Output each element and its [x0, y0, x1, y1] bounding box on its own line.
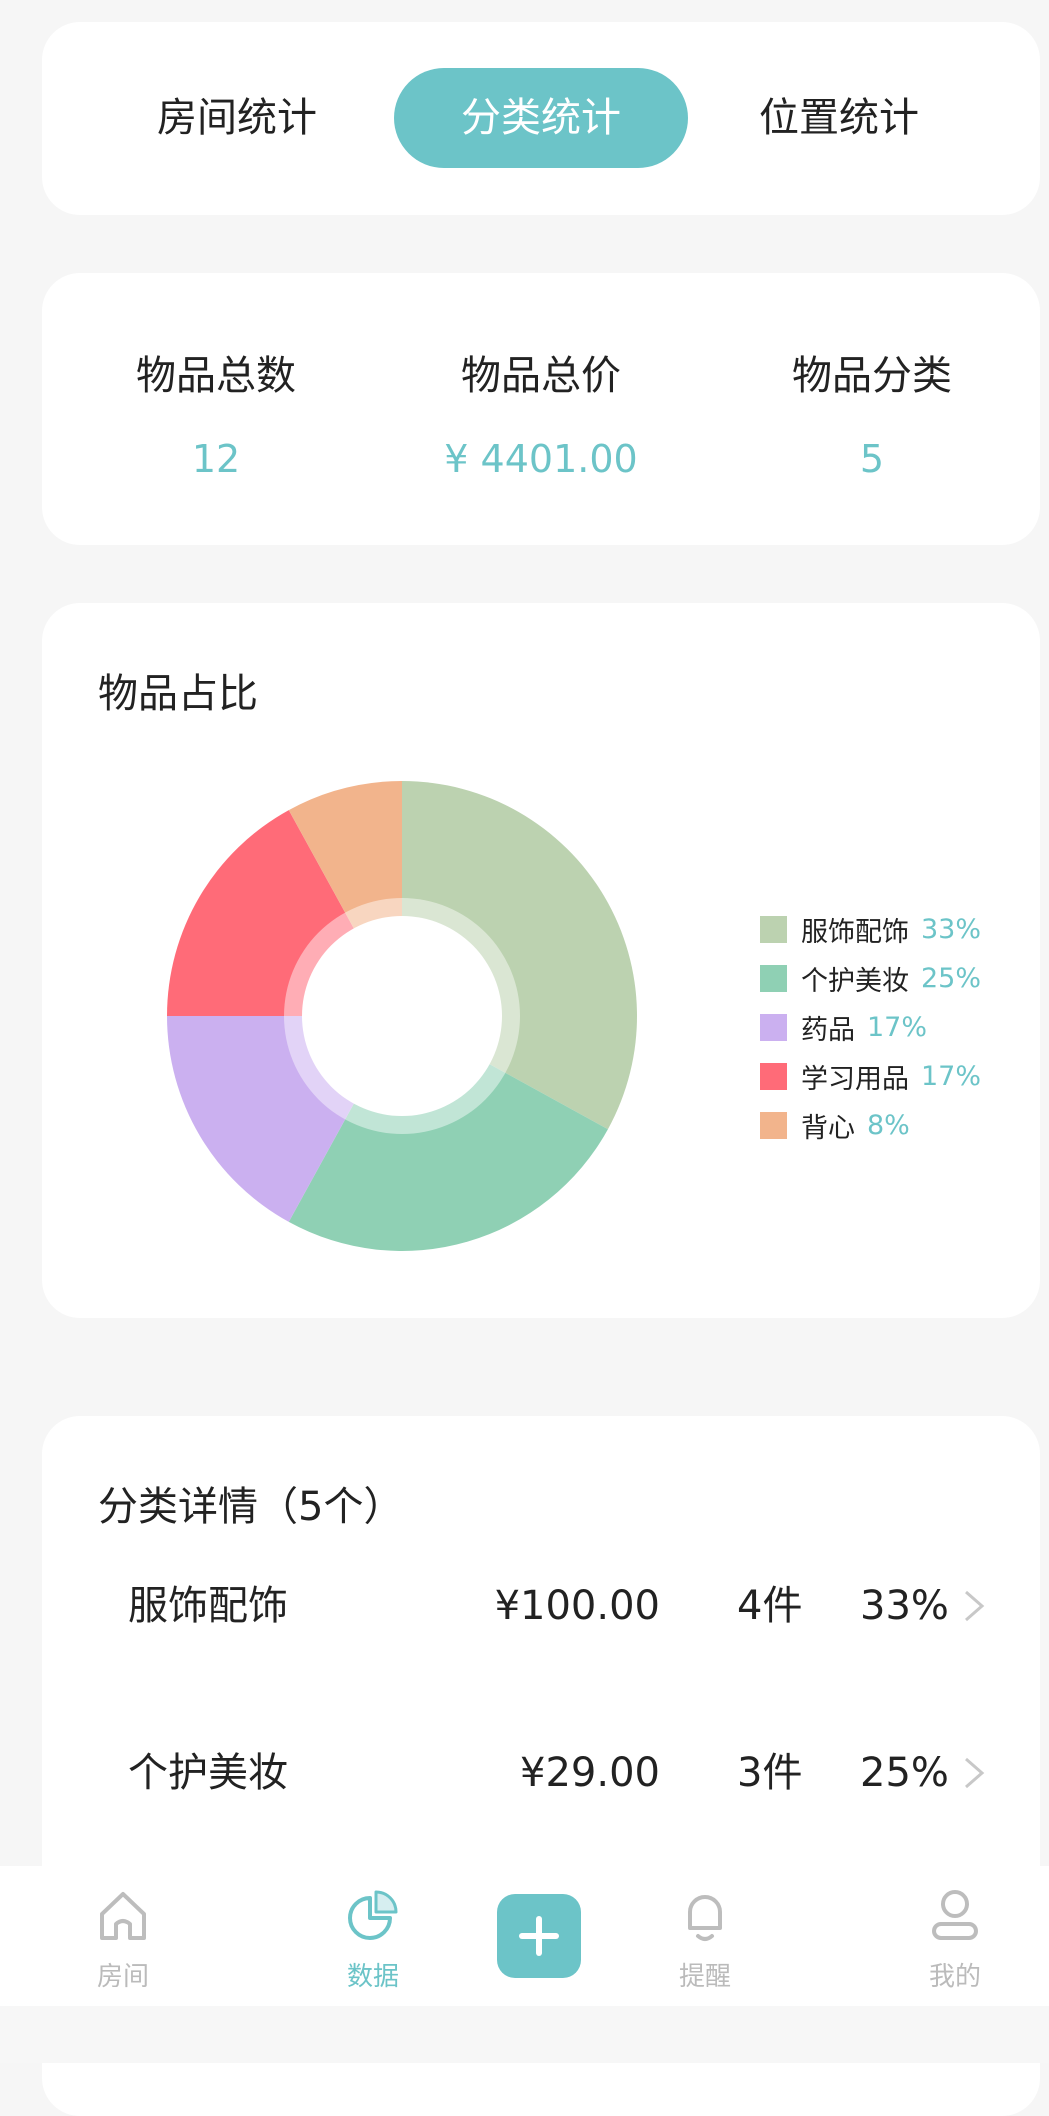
stat-label: 物品总数	[136, 353, 296, 399]
legend-label: 背心	[801, 1113, 855, 1144]
stat-label: 物品总价	[461, 353, 621, 399]
legend-swatch	[760, 1014, 787, 1041]
detail-title: 分类详情（5个）	[98, 1484, 404, 1530]
donut-chart	[167, 781, 637, 1251]
legend-percent: 17%	[921, 1061, 982, 1092]
add-item-button[interactable]	[497, 1894, 581, 1978]
legend-item: 背心 8%	[760, 1101, 981, 1150]
category-name: 服饰配饰	[128, 1583, 288, 1629]
nav-item-data[interactable]: 数据	[308, 1884, 438, 1993]
nav-label: 数据	[346, 1962, 399, 1992]
category-count: 3件	[737, 1750, 803, 1796]
nav-item-profile[interactable]: 我的	[890, 1884, 1020, 1993]
category-percent: 25%	[860, 1750, 949, 1796]
chevron-right-icon	[962, 1566, 986, 1673]
legend-percent: 33%	[921, 914, 982, 945]
legend-item: 药品 17%	[760, 1003, 981, 1052]
tab-category-stats[interactable]: 分类统计	[394, 68, 688, 168]
legend-label: 服饰配饰	[801, 917, 909, 948]
donut-hole	[302, 916, 502, 1116]
nav-label: 我的	[928, 1962, 981, 1992]
legend-label: 个护美妆	[801, 966, 909, 997]
legend-item: 学习用品 17%	[760, 1052, 981, 1101]
tab-room-stats[interactable]: 房间统计	[122, 68, 352, 168]
pie-chart-icon	[308, 1884, 438, 1946]
stats-tab-bar: 房间统计 分类统计 位置统计	[42, 22, 1040, 215]
category-count: 4件	[737, 1583, 803, 1629]
tab-location-stats[interactable]: 位置统计	[724, 68, 954, 168]
legend-swatch	[760, 965, 787, 992]
chart-card: 物品占比 服饰配饰 33% 个护美妆 25% 药品 17% 学习用品 17% 背心 8%	[42, 603, 1040, 1318]
nav-label: 房间	[96, 1962, 149, 1992]
chart-legend: 服饰配饰 33% 个护美妆 25% 药品 17% 学习用品 17% 背心 8%	[760, 905, 981, 1150]
stat-total-price: 物品总价 ¥ 4401.00	[391, 343, 691, 481]
stat-item-count: 物品总数 12	[66, 343, 366, 481]
system-navigation-bar	[0, 2006, 1049, 2063]
legend-label: 药品	[801, 1015, 855, 1046]
legend-percent: 17%	[867, 1012, 928, 1043]
summary-card: 物品总数 12 物品总价 ¥ 4401.00 物品分类 5	[42, 273, 1040, 545]
category-name: 个护美妆	[128, 1750, 288, 1796]
bell-icon	[640, 1884, 770, 1946]
nav-item-room[interactable]: 房间	[58, 1884, 188, 1993]
legend-swatch	[760, 916, 787, 943]
nav-label: 提醒	[678, 1962, 731, 1992]
legend-swatch	[760, 1063, 787, 1090]
legend-percent: 25%	[921, 963, 982, 994]
legend-percent: 8%	[867, 1110, 910, 1141]
stat-label: 物品分类	[792, 353, 952, 399]
category-row[interactable]: 个护美妆 ¥29.00 3件 25%	[42, 1733, 1040, 1813]
legend-item: 个护美妆 25%	[760, 954, 981, 1003]
stat-category-count: 物品分类 5	[722, 343, 1022, 481]
category-price: ¥100.00	[494, 1583, 660, 1629]
category-row[interactable]: 服饰配饰 ¥100.00 4件 33%	[42, 1566, 1040, 1646]
stat-value: 5	[859, 437, 885, 481]
category-price: ¥29.00	[520, 1750, 660, 1796]
chevron-right-icon	[962, 1733, 986, 1840]
legend-swatch	[760, 1112, 787, 1139]
home-icon	[58, 1884, 188, 1946]
category-percent: 33%	[860, 1583, 949, 1629]
stat-value: 12	[191, 437, 241, 481]
legend-item: 服饰配饰 33%	[760, 905, 981, 954]
stat-value: ¥ 4401.00	[444, 437, 638, 481]
bottom-navigation: 房间 数据 提醒 我的	[0, 1866, 1049, 2006]
nav-item-reminder[interactable]: 提醒	[640, 1884, 770, 1993]
profile-icon	[890, 1884, 1020, 1946]
legend-label: 学习用品	[801, 1064, 909, 1095]
